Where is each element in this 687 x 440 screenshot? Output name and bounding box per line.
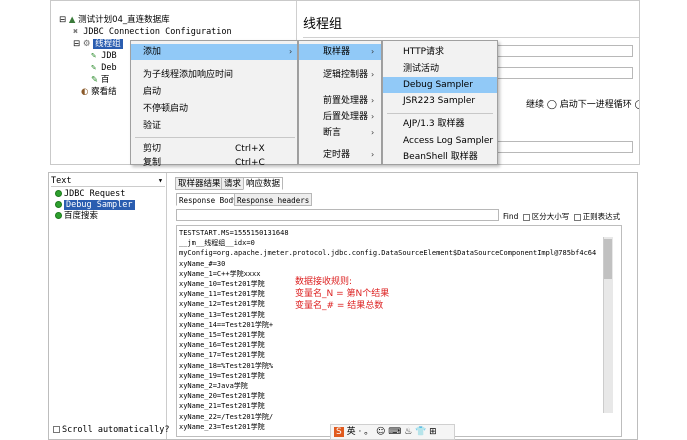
- ime-toolbar[interactable]: S 英 · 。 ☺ ⌨ ♨ 👕 ⊞: [330, 424, 455, 440]
- error-action-radios[interactable]: 继续 ◯ 启动下一进程循环 ◯ 停: [526, 97, 639, 110]
- sampler-http[interactable]: HTTP请求: [403, 44, 444, 60]
- response-line: xyName_#=30: [179, 259, 226, 268]
- response-line: xyName_1=C++学院xxxx: [179, 269, 261, 278]
- chevron-right-icon: ›: [371, 112, 375, 121]
- panel-title: 线程组: [303, 17, 343, 32]
- sampler-debug[interactable]: Debug Sampler: [383, 77, 497, 93]
- sampler-submenu: HTTP请求 测试活动 Debug Sampler JSR223 Sampler…: [382, 40, 498, 165]
- tab-response-data[interactable]: 响应数据: [243, 177, 284, 190]
- sampler-access-log[interactable]: Access Log Sampler: [403, 133, 493, 149]
- result-baidu[interactable]: 百度搜索: [55, 210, 98, 222]
- submenu-item-postprocessor[interactable]: 后置处理器: [323, 109, 368, 125]
- sampler-jsr223[interactable]: JSR223 Sampler: [403, 93, 475, 109]
- response-line: xyName_14==Test201学院+: [179, 320, 274, 329]
- submenu-item-sampler[interactable]: 取样器: [299, 44, 381, 60]
- case-sensitive-label: 区分大小写: [531, 212, 570, 221]
- response-line: xyName_18=%Test201学院%: [179, 361, 274, 370]
- submenu-item-assertion[interactable]: 断言: [323, 125, 341, 141]
- menu-item-response-time[interactable]: 为子线程添加响应时间: [143, 67, 233, 83]
- response-line: xyName_11=Test201学院: [179, 290, 265, 299]
- note-rule-count: 变量名_# = 结果总数: [295, 301, 384, 311]
- response-line: xyName_2=Java学院: [179, 382, 248, 390]
- expand-icon[interactable]: ⊟: [73, 39, 80, 49]
- menu-separator: [387, 113, 493, 114]
- scrollbar-thumb[interactable]: [604, 239, 612, 279]
- menu-item-add[interactable]: 添加: [131, 44, 297, 60]
- regex-label: 正则表达式: [582, 212, 621, 221]
- response-line: TESTSTART.MS=1555150131648: [179, 229, 289, 237]
- sampler-beanshell[interactable]: BeanShell 取样器: [403, 149, 478, 165]
- expand-icon[interactable]: ⊟: [59, 15, 66, 25]
- response-line: xyName_13=Test201学院: [179, 310, 265, 319]
- tree-node-jdbc-request[interactable]: ✎ JDB: [91, 50, 117, 62]
- response-line: xyName_23=Test201学院: [179, 422, 265, 431]
- tab-sampler-result[interactable]: 取样器结果: [175, 177, 224, 190]
- search-input[interactable]: [176, 209, 499, 221]
- tree-node-listener[interactable]: ◐ 察看结: [81, 86, 117, 98]
- response-line: xyName_20=Test201学院: [179, 392, 265, 401]
- sampler-ajp[interactable]: AJP/1.3 取样器: [403, 116, 464, 132]
- response-line: xyName_21=Test201学院: [179, 402, 265, 411]
- checkbox-icon: [53, 426, 60, 433]
- chevron-right-icon: ›: [289, 47, 293, 56]
- submenu-item-logic[interactable]: 逻辑控制器: [323, 67, 368, 83]
- response-line: myConfig=org.apache.jmeter.protocol.jdbc…: [179, 249, 597, 258]
- response-line: __jm__线程组__idx=0: [179, 239, 255, 248]
- pencil-icon: ✎: [91, 75, 99, 85]
- scroll-auto-checkbox[interactable]: Scroll automatically?: [51, 424, 169, 436]
- chevron-right-icon: ›: [371, 150, 375, 159]
- submenu-item-preprocessor[interactable]: 前置处理器: [323, 93, 368, 109]
- results-tree-header[interactable]: Text ▾: [51, 175, 165, 187]
- sogou-icon: S: [334, 427, 344, 437]
- chevron-right-icon: ›: [371, 70, 375, 79]
- checkbox-icon[interactable]: [573, 213, 581, 221]
- pencil-icon: ✎: [91, 63, 97, 73]
- menu-item-copy[interactable]: 复制: [143, 155, 161, 171]
- listener-icon: ◐: [81, 87, 89, 97]
- sampler-test-action[interactable]: 测试活动: [403, 61, 439, 77]
- response-line: xyName_19=Test201学院: [179, 371, 265, 380]
- response-line: xyName_22=/Test201学院/: [179, 412, 274, 421]
- add-submenu: 取样器 › 逻辑控制器 › 前置处理器 › 后置处理器 › 断言 › 定时器 ›: [298, 40, 382, 165]
- find-button[interactable]: Find: [503, 212, 518, 221]
- success-icon: [55, 201, 62, 208]
- menu-item-start[interactable]: 启动: [143, 84, 161, 100]
- chevron-right-icon: ›: [371, 128, 375, 137]
- response-body[interactable]: TESTSTART.MS=1555150131648 __jm__线程组__idx…: [176, 225, 622, 437]
- wrench-icon: ✖: [73, 27, 79, 37]
- tree-node-baidu[interactable]: ✎ 百: [91, 74, 109, 86]
- context-menu: 添加 › 为子线程添加响应时间 启动 不停顿启动 验证 剪切 Ctrl+X 复制…: [130, 40, 298, 168]
- jmeter-results-window: Text ▾ JDBC Request Debug Sampler 百度搜索 S…: [48, 172, 638, 440]
- response-line: xyName_16=Test201学院: [179, 341, 265, 350]
- chevron-right-icon: ›: [371, 96, 375, 105]
- gear-icon: ⚙: [82, 39, 91, 49]
- pencil-icon: ✎: [91, 51, 97, 61]
- menu-item-validate[interactable]: 验证: [143, 118, 161, 134]
- tree-node-thread-group[interactable]: ⊟ ⚙ 线程组: [73, 38, 123, 50]
- response-line: xyName_17=Test201学院: [179, 351, 265, 360]
- success-icon: [55, 212, 62, 219]
- find-bar: Find 区分大小写 正则表达式: [503, 211, 620, 222]
- success-icon: [55, 190, 62, 197]
- menu-separator: [135, 137, 295, 138]
- panel-divider: [303, 37, 639, 38]
- tree-node-debug[interactable]: ✎ Deb: [91, 62, 117, 74]
- copy-shortcut: Ctrl+C: [235, 158, 265, 168]
- subtab-response-headers[interactable]: Response headers: [234, 193, 313, 206]
- subtab-response-body[interactable]: Response Body: [176, 193, 241, 206]
- response-line: xyName_15=Test201学院: [179, 331, 265, 339]
- submenu-item-timer[interactable]: 定时器: [323, 147, 350, 163]
- tree-node-jdbc-config[interactable]: ✖ JDBC Connection Configuration: [73, 26, 232, 38]
- response-line: xyName_10=Test201学院: [179, 280, 265, 288]
- checkbox-icon[interactable]: [522, 213, 530, 221]
- chevron-right-icon: ›: [371, 47, 375, 56]
- tree-node-test-plan[interactable]: ⊟ ▲ 测试计划04_直连数据库: [59, 14, 170, 26]
- results-tree: Text ▾ JDBC Request Debug Sampler 百度搜索 S…: [49, 173, 169, 439]
- response-line: xyName_12=Test201学院: [179, 300, 265, 309]
- flask-icon: ▲: [68, 15, 76, 25]
- tab-request[interactable]: 请求: [221, 177, 245, 190]
- menu-item-start-no-pause[interactable]: 不停顿启动: [143, 101, 188, 117]
- chevron-down-icon: ▾: [157, 176, 163, 186]
